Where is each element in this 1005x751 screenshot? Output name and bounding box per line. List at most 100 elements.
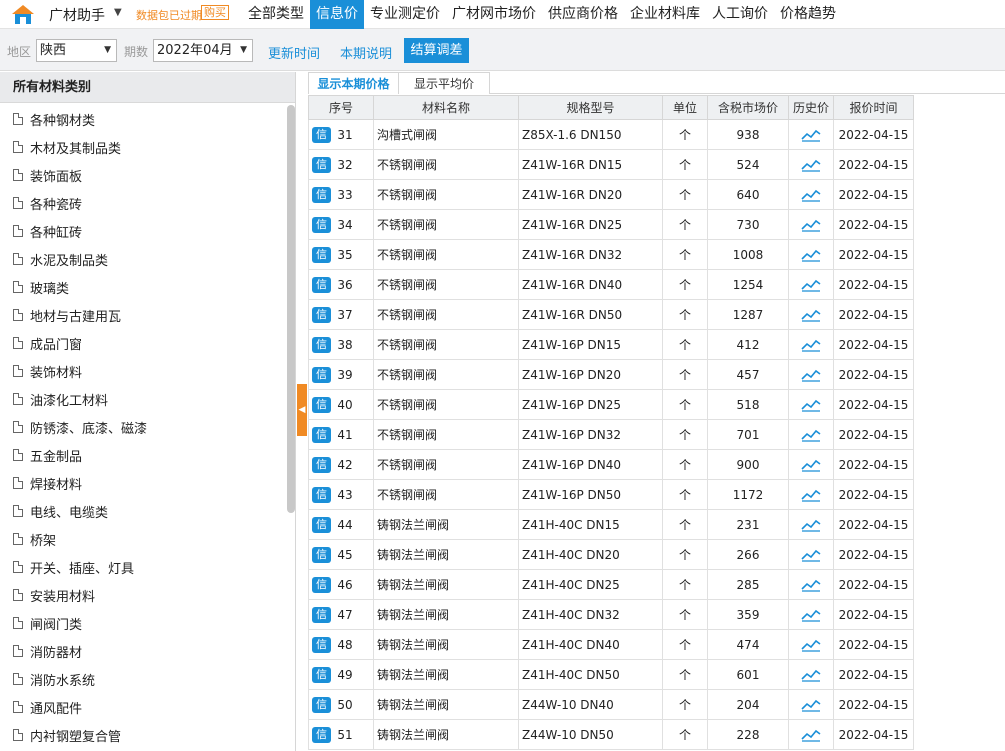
trend-chart-icon[interactable] <box>790 128 833 142</box>
sidebar-item[interactable]: 消防器材 <box>0 637 286 665</box>
history-cell[interactable] <box>788 419 834 450</box>
sidebar-item[interactable]: 消防水系统 <box>0 665 286 693</box>
table-row[interactable]: 信 31 沟槽式闸阀 Z85X-1.6 DN150 个 938 2022-04-15 <box>308 119 914 150</box>
period-select[interactable]: 2022年04月 ▼ <box>153 39 253 62</box>
table-row[interactable]: 信 49 铸钢法兰闸阀 Z41H-40C DN50 个 601 2022-04-15 <box>308 659 914 690</box>
trend-chart-icon[interactable] <box>790 278 833 292</box>
trend-chart-icon[interactable] <box>790 578 833 592</box>
trend-chart-icon[interactable] <box>790 398 833 412</box>
history-cell[interactable] <box>788 569 834 600</box>
trend-chart-icon[interactable] <box>790 548 833 562</box>
trend-chart-icon[interactable] <box>790 608 833 622</box>
history-cell[interactable] <box>788 689 834 720</box>
col-header-spec[interactable]: 规格型号 <box>518 95 663 120</box>
trend-chart-icon[interactable] <box>790 488 833 502</box>
trend-chart-icon[interactable] <box>790 188 833 202</box>
nav-tab[interactable]: 广材网市场价 <box>446 0 542 29</box>
table-row[interactable]: 信 48 铸钢法兰闸阀 Z41H-40C DN40 个 474 2022-04-15 <box>308 629 914 660</box>
update-time-button[interactable]: 更新时间 <box>268 43 320 62</box>
table-row[interactable]: 信 47 铸钢法兰闸阀 Z41H-40C DN32 个 359 2022-04-15 <box>308 599 914 630</box>
sidebar-item[interactable]: 闸阀门类 <box>0 609 286 637</box>
tab-current-price[interactable]: 显示本期价格 <box>308 72 399 94</box>
sidebar-item[interactable]: 桥架 <box>0 525 286 553</box>
col-header-price[interactable]: 含税市场价 <box>707 95 789 120</box>
history-cell[interactable] <box>788 269 834 300</box>
nav-tab[interactable]: 企业材料库 <box>624 0 706 29</box>
sidebar-item[interactable]: 水泥及制品类 <box>0 245 286 273</box>
sidebar-item[interactable]: 地材与古建用瓦 <box>0 301 286 329</box>
history-cell[interactable] <box>788 479 834 510</box>
sidebar-scrollbar[interactable] <box>287 105 295 513</box>
table-row[interactable]: 信 34 不锈钢闸阀 Z41W-16R DN25 个 730 2022-04-15 <box>308 209 914 240</box>
collapse-sidebar-handle[interactable]: ◀ <box>297 384 307 436</box>
history-cell[interactable] <box>788 239 834 270</box>
table-row[interactable]: 信 41 不锈钢闸阀 Z41W-16P DN32 个 701 2022-04-15 <box>308 419 914 450</box>
history-cell[interactable] <box>788 389 834 420</box>
table-row[interactable]: 信 45 铸钢法兰闸阀 Z41H-40C DN20 个 266 2022-04-15 <box>308 539 914 570</box>
nav-tab[interactable]: 人工询价 <box>706 0 774 29</box>
trend-chart-icon[interactable] <box>790 428 833 442</box>
table-row[interactable]: 信 46 铸钢法兰闸阀 Z41H-40C DN25 个 285 2022-04-15 <box>308 569 914 600</box>
sidebar-item[interactable]: 木材及其制品类 <box>0 133 286 161</box>
table-row[interactable]: 信 50 铸钢法兰闸阀 Z44W-10 DN40 个 204 2022-04-15 <box>308 689 914 720</box>
table-row[interactable]: 信 39 不锈钢闸阀 Z41W-16P DN20 个 457 2022-04-15 <box>308 359 914 390</box>
col-header-seq[interactable]: 序号 <box>308 95 374 120</box>
sidebar-item[interactable]: 装饰材料 <box>0 357 286 385</box>
app-title[interactable]: 广材助手 <box>49 5 105 25</box>
history-cell[interactable] <box>788 629 834 660</box>
region-select[interactable]: 陕西 ▼ <box>36 39 117 62</box>
sidebar-item[interactable]: 安装用材料 <box>0 581 286 609</box>
period-note-button[interactable]: 本期说明 <box>340 43 392 62</box>
col-header-name[interactable]: 材料名称 <box>373 95 519 120</box>
trend-chart-icon[interactable] <box>790 638 833 652</box>
history-cell[interactable] <box>788 449 834 480</box>
buy-button[interactable]: 购买 <box>201 5 229 20</box>
sidebar-item[interactable]: 各种瓷砖 <box>0 189 286 217</box>
sidebar-item[interactable]: 成品门窗 <box>0 329 286 357</box>
nav-tab[interactable]: 价格趋势 <box>774 0 842 29</box>
sidebar-item[interactable]: 焊接材料 <box>0 469 286 497</box>
sidebar-item[interactable]: 五金制品 <box>0 441 286 469</box>
history-cell[interactable] <box>788 359 834 390</box>
app-menu-caret-icon[interactable]: ▼ <box>114 7 122 18</box>
history-cell[interactable] <box>788 599 834 630</box>
sidebar-item[interactable]: 电线、电缆类 <box>0 497 286 525</box>
table-row[interactable]: 信 51 铸钢法兰闸阀 Z44W-10 DN50 个 228 2022-04-15 <box>308 719 914 750</box>
sidebar-item[interactable]: 玻璃类 <box>0 273 286 301</box>
table-row[interactable]: 信 44 铸钢法兰闸阀 Z41H-40C DN15 个 231 2022-04-15 <box>308 509 914 540</box>
history-cell[interactable] <box>788 209 834 240</box>
table-row[interactable]: 信 33 不锈钢闸阀 Z41W-16R DN20 个 640 2022-04-15 <box>308 179 914 210</box>
table-row[interactable]: 信 35 不锈钢闸阀 Z41W-16R DN32 个 1008 2022-04-15 <box>308 239 914 270</box>
trend-chart-icon[interactable] <box>790 668 833 682</box>
history-cell[interactable] <box>788 329 834 360</box>
trend-chart-icon[interactable] <box>790 698 833 712</box>
nav-tab[interactable]: 信息价 <box>310 0 364 29</box>
calc-adjust-button[interactable]: 结算调差 <box>404 38 469 63</box>
table-row[interactable]: 信 40 不锈钢闸阀 Z41W-16P DN25 个 518 2022-04-15 <box>308 389 914 420</box>
sidebar-item[interactable]: 内衬钢塑复合管 <box>0 721 286 749</box>
sidebar-item[interactable]: 油漆化工材料 <box>0 385 286 413</box>
trend-chart-icon[interactable] <box>790 308 833 322</box>
trend-chart-icon[interactable] <box>790 338 833 352</box>
nav-tab[interactable]: 专业测定价 <box>364 0 446 29</box>
trend-chart-icon[interactable] <box>790 158 833 172</box>
trend-chart-icon[interactable] <box>790 218 833 232</box>
table-row[interactable]: 信 42 不锈钢闸阀 Z41W-16P DN40 个 900 2022-04-15 <box>308 449 914 480</box>
history-cell[interactable] <box>788 509 834 540</box>
col-header-unit[interactable]: 单位 <box>662 95 708 120</box>
col-header-date[interactable]: 报价时间 <box>833 95 914 120</box>
table-row[interactable]: 信 32 不锈钢闸阀 Z41W-16R DN15 个 524 2022-04-15 <box>308 149 914 180</box>
history-cell[interactable] <box>788 659 834 690</box>
history-cell[interactable] <box>788 119 834 150</box>
trend-chart-icon[interactable] <box>790 518 833 532</box>
history-cell[interactable] <box>788 539 834 570</box>
sidebar-item[interactable]: 各种钢材类 <box>0 105 286 133</box>
sidebar-item[interactable]: 通风配件 <box>0 693 286 721</box>
col-header-history[interactable]: 历史价 <box>788 95 834 120</box>
tab-average-price[interactable]: 显示平均价 <box>398 72 490 94</box>
table-row[interactable]: 信 43 不锈钢闸阀 Z41W-16P DN50 个 1172 2022-04-15 <box>308 479 914 510</box>
trend-chart-icon[interactable] <box>790 458 833 472</box>
trend-chart-icon[interactable] <box>790 728 833 742</box>
table-row[interactable]: 信 36 不锈钢闸阀 Z41W-16R DN40 个 1254 2022-04-15 <box>308 269 914 300</box>
table-row[interactable]: 信 38 不锈钢闸阀 Z41W-16P DN15 个 412 2022-04-15 <box>308 329 914 360</box>
